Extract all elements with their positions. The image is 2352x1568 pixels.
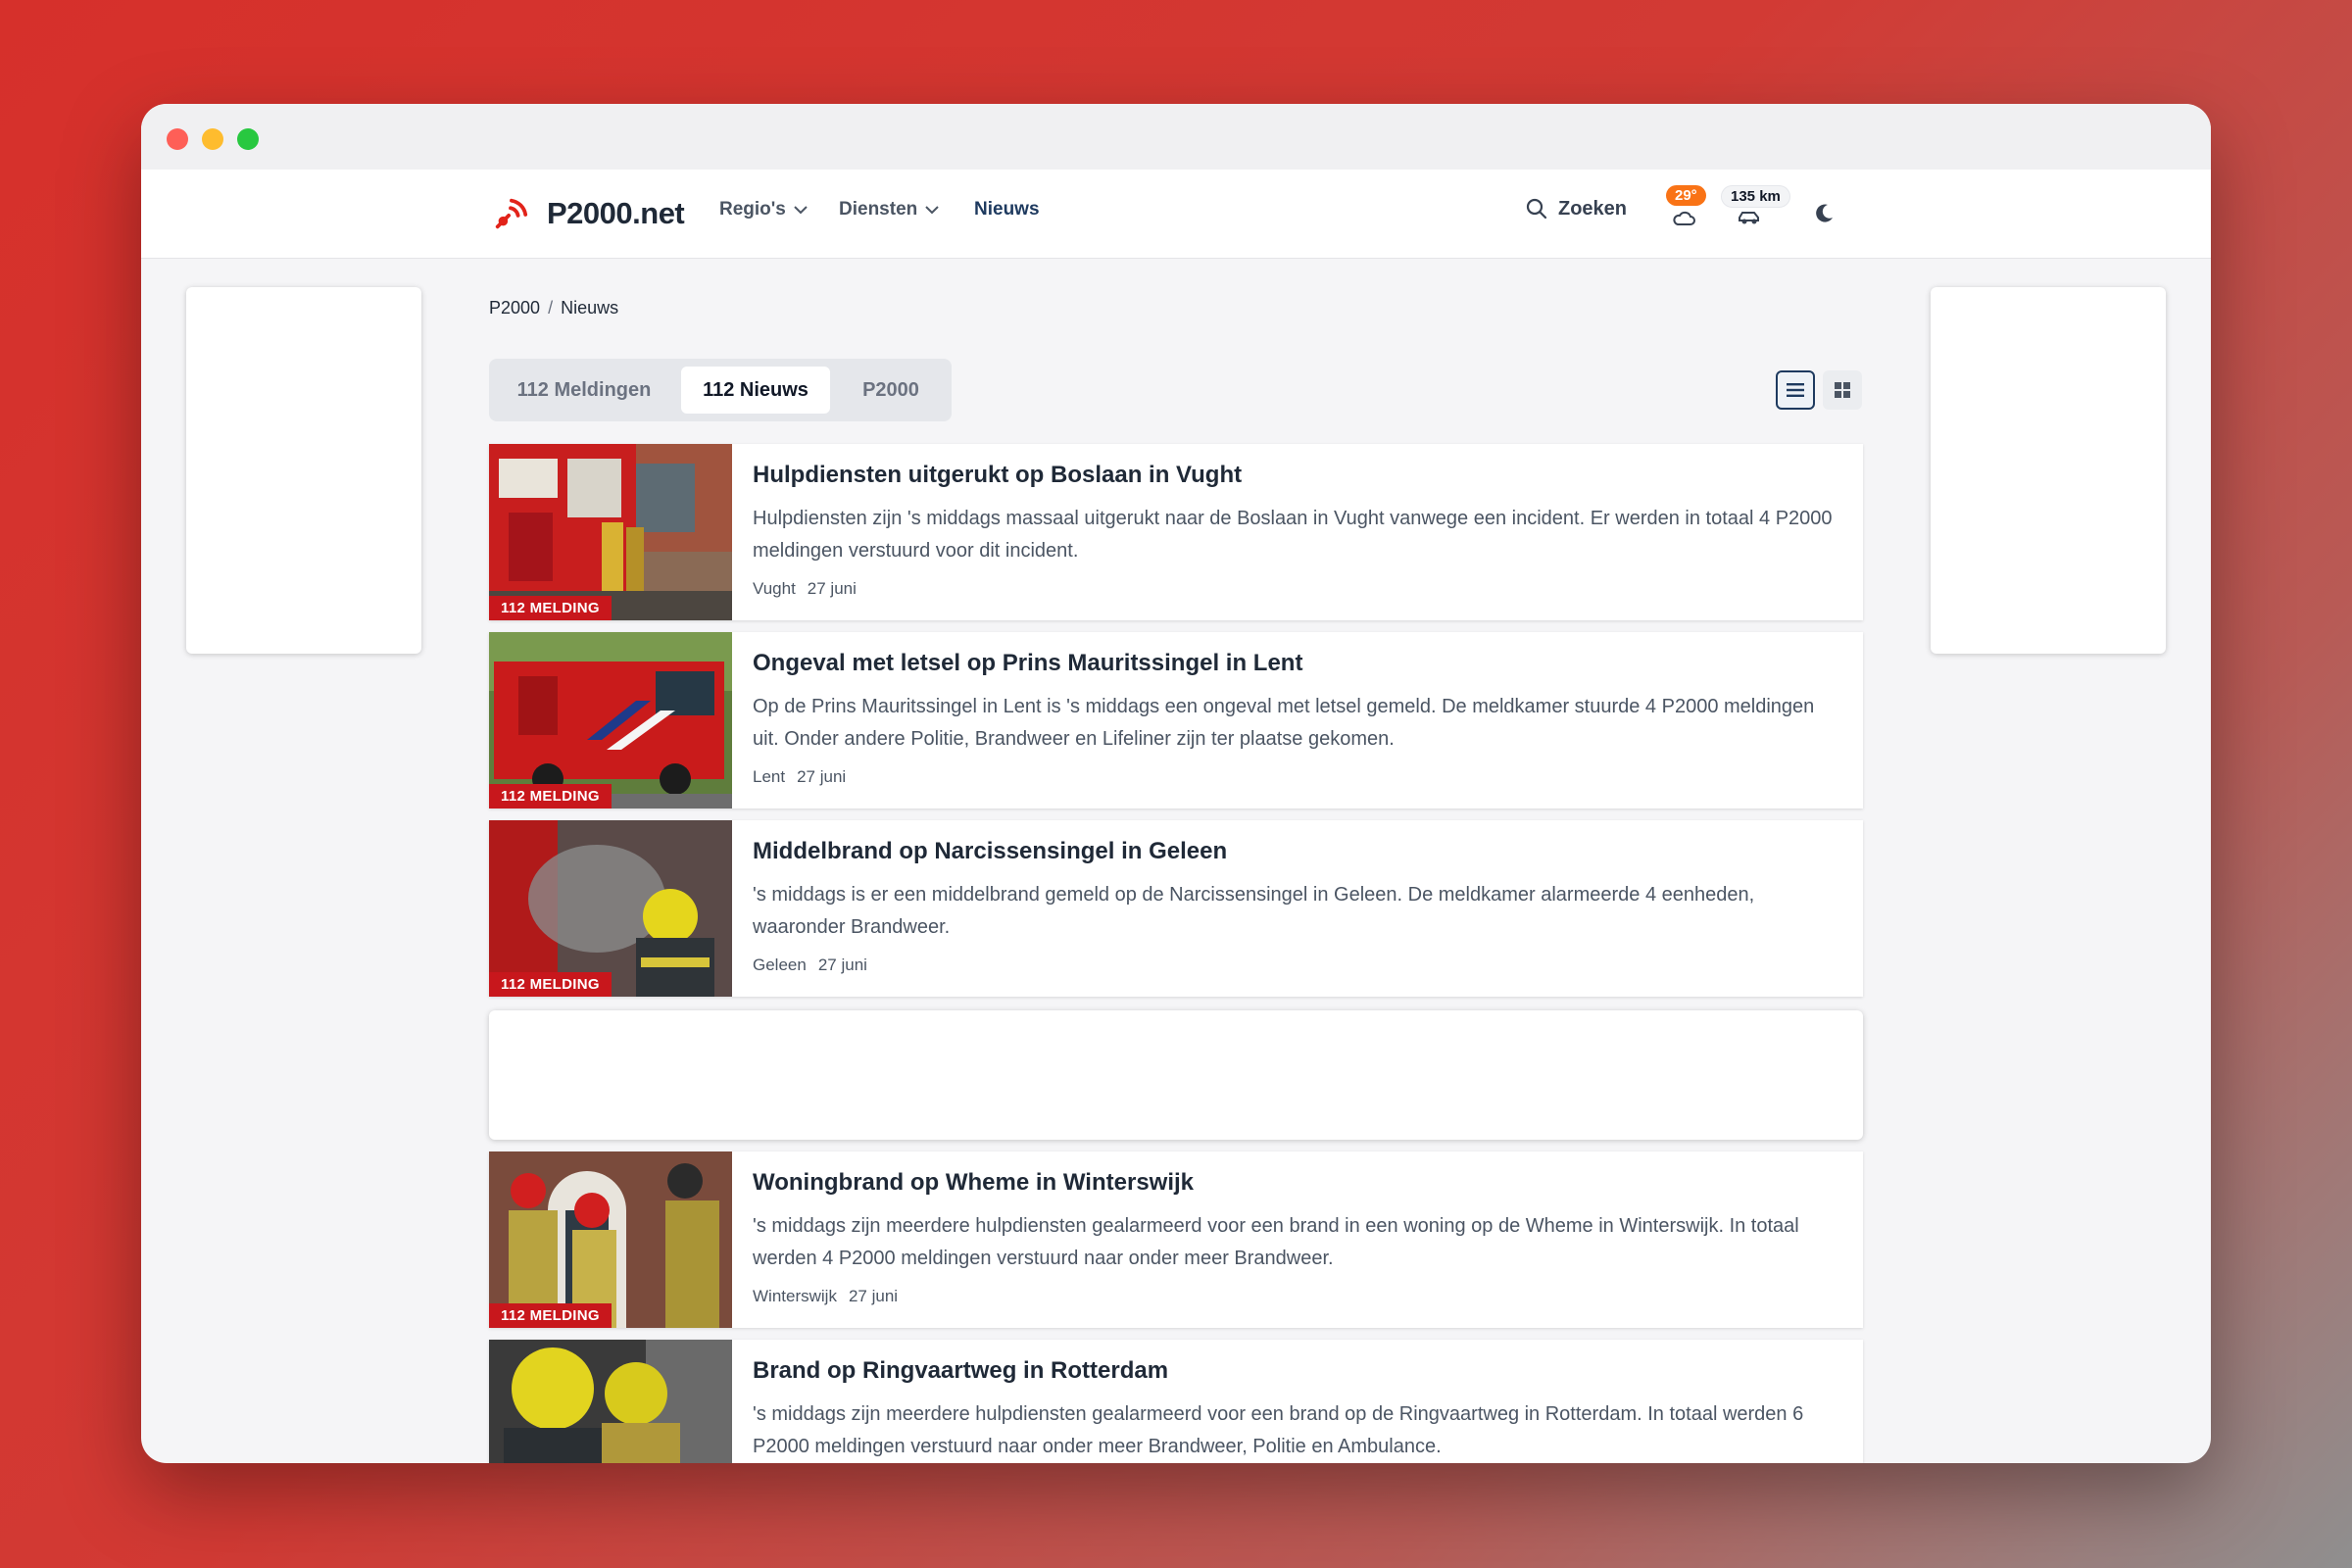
browser-window: P2000.net Regio's Diensten Nieuws Zoeken… [141, 104, 2211, 1463]
search-label: Zoeken [1558, 197, 1628, 220]
article-title[interactable]: Ongeval met letsel op Prins Mauritssinge… [753, 650, 1302, 677]
search-icon [1526, 198, 1547, 220]
incident-badge: 112 MELDING [489, 784, 612, 808]
search-button[interactable]: Zoeken [1525, 197, 1627, 220]
window-titlebar [141, 104, 2211, 170]
breadcrumb-current: Nieuws [561, 298, 619, 318]
incident-badge: 112 MELDING [489, 972, 612, 997]
article-meta: Winterswijk 27 juni [753, 1287, 898, 1306]
right-ad-slot [1931, 287, 2166, 654]
article-date: 27 juni [797, 767, 847, 786]
nav-regios[interactable]: Regio's [719, 199, 808, 220]
nav-regios-label: Regio's [719, 199, 786, 220]
breadcrumb: P2000 / Nieuws [489, 298, 618, 318]
grid-icon [1835, 382, 1850, 398]
news-item[interactable]: 112 MELDING Middelbrand op Narcissensing… [489, 820, 1863, 997]
nav-diensten-label: Diensten [839, 199, 918, 220]
article-date: 27 juni [848, 1287, 899, 1305]
article-title[interactable]: Woningbrand op Wheme in Winterswijk [753, 1169, 1194, 1197]
inline-ad-slot [489, 1010, 1863, 1140]
tab-p2000[interactable]: P2000 [842, 367, 940, 414]
breadcrumb-separator: / [548, 298, 554, 318]
news-item[interactable]: Brand op Ringvaartweg in Rotterdam 's mi… [489, 1340, 1863, 1463]
article-thumbnail-firefighter: 112 MELDING [489, 820, 732, 997]
weather-widget[interactable]: 29° [1666, 185, 1717, 234]
article-thumbnail-fire-truck: 112 MELDING [489, 444, 732, 620]
dark-mode-moon-icon[interactable] [1813, 203, 1835, 224]
article-thumbnail-firefighters-helmets [489, 1340, 732, 1463]
article-meta: Geleen 27 juni [753, 956, 867, 975]
grid-view-button[interactable] [1823, 370, 1862, 410]
nav-nieuws[interactable]: Nieuws [974, 199, 1040, 220]
article-title[interactable]: Hulpdiensten uitgerukt op Boslaan in Vug… [753, 462, 1242, 489]
article-date: 27 juni [807, 579, 857, 598]
article-title[interactable]: Brand op Ringvaartweg in Rotterdam [753, 1357, 1168, 1385]
article-summary: 's middags zijn meerdere hulpdiensten ge… [753, 1403, 1804, 1457]
temperature-badge: 29° [1666, 185, 1706, 206]
article-place: Vught [753, 579, 796, 598]
chevron-down-icon [794, 205, 808, 214]
breadcrumb-home-link[interactable]: P2000 [489, 298, 540, 318]
article-summary: Hulpdiensten zijn 's middags massaal uit… [753, 508, 1833, 562]
list-view-button[interactable] [1776, 370, 1815, 410]
news-item[interactable]: 112 MELDING Ongeval met letsel op Prins … [489, 632, 1863, 808]
incident-badge: 112 MELDING [489, 596, 612, 620]
car-icon [1739, 212, 1759, 224]
content-tabs: 112 Meldingen 112 Nieuws P2000 [489, 359, 952, 421]
list-icon [1787, 383, 1804, 397]
nav-nieuws-label: Nieuws [974, 199, 1040, 220]
tab-112-meldingen[interactable]: 112 Meldingen [501, 367, 667, 414]
site-name: P2000.net [547, 196, 685, 230]
incident-badge: 112 MELDING [489, 1303, 612, 1328]
cloud-sun-icon [1673, 211, 1695, 225]
left-ad-slot [186, 287, 421, 654]
article-summary: Op de Prins Mauritssingel in Lent is 's … [753, 696, 1815, 750]
traffic-distance-badge: 135 km [1721, 185, 1790, 208]
chevron-down-icon [925, 205, 939, 214]
site-logo[interactable]: P2000.net [492, 191, 685, 236]
article-title[interactable]: Middelbrand op Narcissensingel in Geleen [753, 838, 1227, 865]
article-summary: 's middags zijn meerdere hulpdiensten ge… [753, 1215, 1799, 1269]
article-summary: 's middags is er een middelbrand gemeld … [753, 884, 1755, 938]
article-place: Lent [753, 767, 786, 786]
news-item[interactable]: 112 MELDING Hulpdiensten uitgerukt op Bo… [489, 444, 1863, 620]
traffic-widget[interactable]: 135 km [1721, 185, 1795, 234]
article-date: 27 juni [817, 956, 867, 974]
news-item[interactable]: 112 MELDING Woningbrand op Wheme in Wint… [489, 1152, 1863, 1328]
nav-diensten[interactable]: Diensten [839, 199, 939, 220]
tab-112-nieuws[interactable]: 112 Nieuws [681, 367, 830, 414]
maximize-window-button[interactable] [237, 128, 259, 150]
minimize-window-button[interactable] [202, 128, 223, 150]
close-window-button[interactable] [167, 128, 188, 150]
article-meta: Vught 27 juni [753, 579, 857, 599]
article-meta: Lent 27 juni [753, 767, 846, 787]
article-thumbnail-fire-engine: 112 MELDING [489, 632, 732, 808]
article-thumbnail-firefighters-door: 112 MELDING [489, 1152, 732, 1328]
antenna-logo-icon [495, 198, 528, 229]
article-place: Winterswijk [753, 1287, 837, 1305]
article-place: Geleen [753, 956, 807, 974]
top-navbar: P2000.net Regio's Diensten Nieuws Zoeken… [141, 170, 2211, 259]
